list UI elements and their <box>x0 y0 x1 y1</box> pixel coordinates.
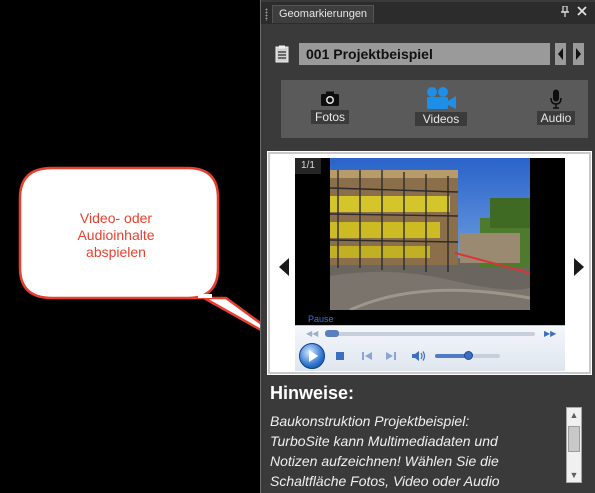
media-type-bar: Fotos Videos Audio <box>281 80 588 138</box>
triangle-right-icon <box>576 48 581 60</box>
scroll-thumb[interactable] <box>568 426 580 452</box>
media-counter: 1/1 <box>295 158 321 174</box>
scroll-down-icon[interactable]: ▼ <box>567 468 581 482</box>
volume-level <box>435 354 468 358</box>
camera-icon <box>321 91 339 106</box>
next-project-button[interactable] <box>573 43 584 65</box>
next-media-button[interactable] <box>574 258 584 276</box>
media-player-controls: ◀◀ ▶▶ <box>295 325 565 371</box>
hints-textbox[interactable]: Baukonstruktion Projektbeispiel: TurboSi… <box>267 405 592 489</box>
skip-forward-icon[interactable] <box>385 351 397 361</box>
construction-site-video-frame <box>330 158 530 310</box>
hints-heading: Hinweise: <box>270 383 355 403</box>
videos-label: Videos <box>415 112 467 126</box>
pin-icon[interactable] <box>560 5 570 22</box>
play-icon <box>309 350 318 362</box>
seek-forward-icon[interactable]: ▶▶ <box>544 329 556 339</box>
scroll-up-icon[interactable]: ▲ <box>567 408 581 422</box>
video-camera-icon <box>427 87 456 109</box>
seek-thumb[interactable] <box>325 330 339 337</box>
photos-label: Fotos <box>310 110 349 124</box>
hints-line-3: Notizen aufzeichnen! Wählen Sie die <box>270 453 499 469</box>
viewer-frame: 1/1 Pause ◀◀ ▶▶ <box>270 154 589 372</box>
seek-bar[interactable] <box>325 332 535 336</box>
hints-line-4: Schaltfläche Fotos, Video oder Audio <box>270 473 500 489</box>
hints-scrollbar[interactable]: ▲ ▼ <box>566 407 582 483</box>
hints-line-1: Baukonstruktion Projektbeispiel: <box>270 413 470 429</box>
callout-line-1: Video- oder <box>79 210 153 226</box>
volume-thumb[interactable] <box>463 351 473 360</box>
geotag-panel: Geomarkierungen 001 Projektbeispiel Foto… <box>260 0 595 493</box>
media-viewer: 1/1 Pause ◀◀ ▶▶ <box>267 151 592 375</box>
previous-media-button[interactable] <box>279 258 289 276</box>
speaker-icon[interactable] <box>411 350 427 362</box>
callout-line-2: Audioinhalte <box>77 227 155 243</box>
seek-back-icon[interactable]: ◀◀ <box>306 329 318 339</box>
photos-tab[interactable]: Fotos <box>303 90 357 148</box>
stop-icon[interactable] <box>335 351 345 361</box>
project-name-field[interactable]: 001 Projektbeispiel <box>299 43 550 65</box>
play-button[interactable] <box>299 343 325 369</box>
previous-project-button[interactable] <box>555 43 566 65</box>
panel-titlebar[interactable]: Geomarkierungen <box>261 2 595 24</box>
close-icon[interactable] <box>577 6 587 20</box>
hints-line-2: TurboSite kann Multimediadaten und <box>270 433 498 449</box>
callout-line-3: abspielen <box>86 244 146 260</box>
project-selector: 001 Projektbeispiel <box>261 40 595 70</box>
microphone-icon <box>550 89 562 109</box>
audio-tab[interactable]: Audio <box>531 89 581 147</box>
videos-tab[interactable]: Videos <box>405 86 477 144</box>
skip-back-icon[interactable] <box>361 351 373 361</box>
screen: Video- oder Audioinhalte abspielen Geoma… <box>0 0 595 493</box>
playback-status: Pause <box>308 314 334 324</box>
triangle-left-icon <box>558 48 563 60</box>
hints-text: Baukonstruktion Projektbeispiel: TurboSi… <box>270 411 560 489</box>
panel-title[interactable]: Geomarkierungen <box>272 5 375 23</box>
drag-grip-icon[interactable] <box>265 8 268 21</box>
audio-label: Audio <box>536 111 576 125</box>
video-stage[interactable]: 1/1 Pause <box>295 158 565 325</box>
project-list-icon[interactable] <box>275 45 290 63</box>
callout-text: Video- oder Audioinhalte abspielen <box>28 210 204 261</box>
